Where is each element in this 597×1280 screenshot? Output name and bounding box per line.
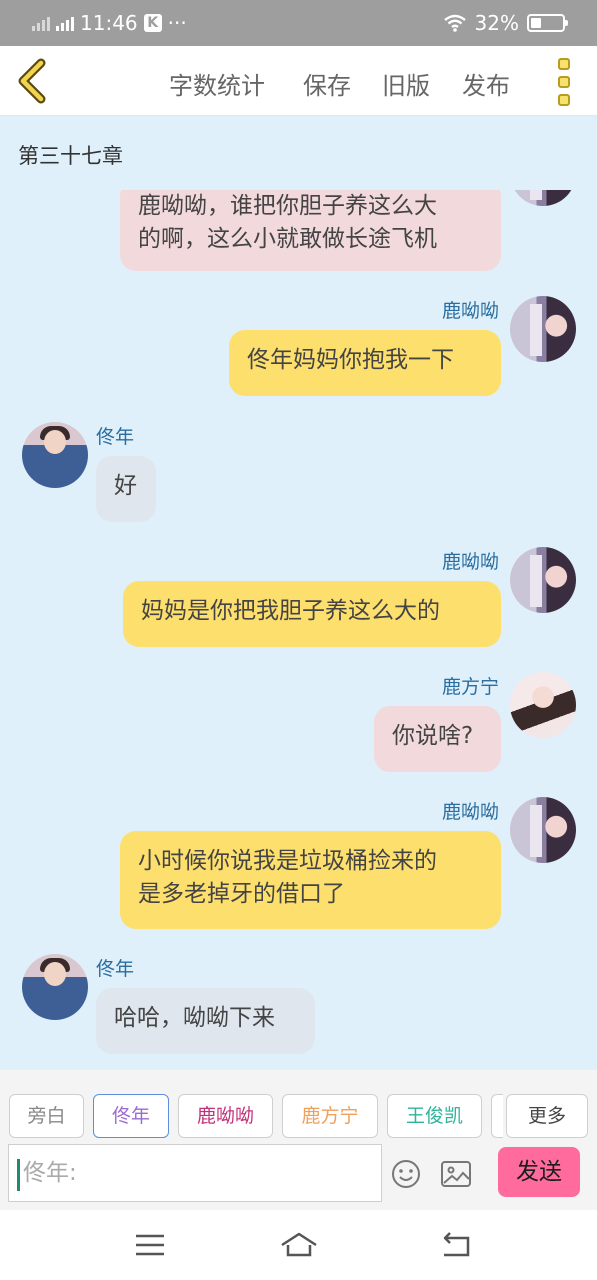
back-button[interactable] bbox=[14, 58, 54, 104]
back-nav-button[interactable] bbox=[436, 1230, 476, 1260]
back-arrow-icon bbox=[443, 1232, 470, 1257]
more-vertical-icon bbox=[558, 58, 570, 70]
home-icon bbox=[281, 1232, 317, 1257]
battery-icon bbox=[527, 14, 568, 32]
message-bubble[interactable]: 你说啥? bbox=[374, 706, 501, 772]
avatar-tongnian[interactable] bbox=[22, 422, 88, 488]
chapter-header: 第三十七章 bbox=[0, 116, 597, 190]
avatar-luyouyou[interactable] bbox=[510, 797, 576, 863]
notification-dots: ··· bbox=[167, 11, 187, 35]
message-bubble[interactable]: 好 bbox=[96, 456, 156, 522]
speaker-name: 鹿方宁 bbox=[441, 676, 499, 698]
signal-4g-icon bbox=[56, 15, 74, 31]
menu-icon bbox=[136, 1234, 164, 1256]
emoji-button[interactable] bbox=[390, 1158, 422, 1190]
speaker-name: 鹿呦呦 bbox=[441, 300, 499, 322]
speaker-name: 鹿呦呦 bbox=[441, 801, 499, 823]
status-time: 11:46 bbox=[80, 11, 138, 35]
k-app-icon: K bbox=[143, 14, 162, 32]
input-panel: 旁白 佟年 鹿呦呦 鹿方宁 王俊凯 更多 发送 bbox=[0, 1070, 597, 1210]
old-version-button[interactable]: 旧版 bbox=[382, 66, 430, 101]
image-button[interactable] bbox=[440, 1158, 472, 1190]
home-nav-button[interactable] bbox=[279, 1230, 319, 1260]
send-button[interactable]: 发送 bbox=[498, 1147, 580, 1197]
speaker-name: 佟年 bbox=[96, 958, 135, 980]
character-tab-luyouyou[interactable]: 鹿呦呦 bbox=[178, 1094, 273, 1138]
message-bubble[interactable]: 鹿呦呦，谁把你胆子养这么大 的啊，这么小就敢做长途飞机 bbox=[120, 180, 501, 271]
avatar-lufangning[interactable] bbox=[510, 672, 576, 738]
emoji-icon bbox=[392, 1160, 420, 1188]
message-bubble[interactable]: 哈哈，呦呦下来 bbox=[96, 988, 315, 1054]
character-tab-tongnian[interactable]: 佟年 bbox=[93, 1094, 169, 1138]
publish-button[interactable]: 发布 bbox=[462, 66, 510, 101]
image-icon bbox=[441, 1161, 471, 1187]
chevron-left-icon bbox=[18, 58, 46, 104]
avatar-luyouyou[interactable] bbox=[510, 547, 576, 613]
wifi-icon bbox=[443, 14, 466, 32]
avatar-luyouyou[interactable] bbox=[510, 296, 576, 362]
avatar-tongnian[interactable] bbox=[22, 954, 88, 1020]
more-options-button[interactable] bbox=[556, 58, 572, 106]
chat-area[interactable]: 鹿呦呦，谁把你胆子养这么大 的啊，这么小就敢做长途飞机 第三十七章 鹿呦呦 佟年… bbox=[0, 116, 597, 1070]
chapter-title: 第三十七章 bbox=[18, 144, 123, 168]
battery-percent: 32% bbox=[474, 11, 519, 35]
status-left: 11:46 K ··· bbox=[32, 11, 187, 35]
message-bubble[interactable]: 妈妈是你把我胆子养这么大的 bbox=[123, 581, 501, 647]
status-bar: 11:46 K ··· 32% bbox=[0, 0, 597, 46]
signal-icon bbox=[32, 15, 50, 31]
message-bubble[interactable]: 小时候你说我是垃圾桶捡来的 是多老掉牙的借口了 bbox=[120, 831, 501, 929]
menu-nav-button[interactable] bbox=[130, 1230, 170, 1260]
editor-toolbar: 字数统计 保存 旧版 发布 bbox=[0, 46, 597, 116]
save-button[interactable]: 保存 bbox=[303, 66, 351, 101]
word-count-button[interactable]: 字数统计 bbox=[169, 66, 265, 101]
more-characters-button[interactable]: 更多 bbox=[506, 1094, 588, 1138]
dialogue-input[interactable] bbox=[17, 1153, 373, 1193]
system-nav-bar bbox=[0, 1210, 597, 1280]
character-tab-lufangning[interactable]: 鹿方宁 bbox=[282, 1094, 378, 1138]
character-tab-overflow bbox=[491, 1094, 503, 1138]
speaker-name: 佟年 bbox=[96, 426, 135, 448]
character-tab-narration[interactable]: 旁白 bbox=[9, 1094, 84, 1138]
character-tab-wangjunkai[interactable]: 王俊凯 bbox=[387, 1094, 482, 1138]
message-bubble[interactable]: 佟年妈妈你抱我一下 bbox=[229, 330, 501, 396]
dialogue-input-box[interactable] bbox=[8, 1144, 382, 1202]
speaker-name: 鹿呦呦 bbox=[441, 551, 499, 573]
status-right: 32% bbox=[443, 11, 568, 35]
